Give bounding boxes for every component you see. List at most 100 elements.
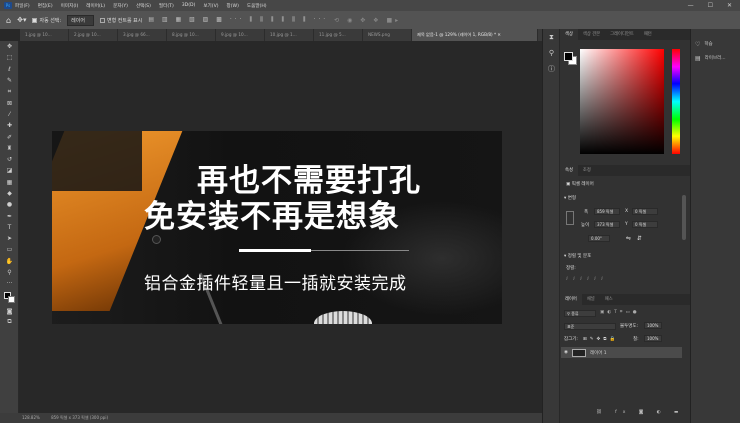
tab-8[interactable]: 8.jpg @ 10... <box>167 29 216 41</box>
move-tool-icon[interactable]: ✥ <box>0 41 19 52</box>
opacity-field[interactable]: 100% <box>644 322 662 329</box>
tab-layers[interactable]: 레이어 <box>560 294 582 305</box>
color-field[interactable] <box>580 49 664 154</box>
pen-tool-icon[interactable]: ✒ <box>0 210 19 221</box>
transform-section[interactable]: ▾ 변형 <box>564 195 576 201</box>
lock-icons[interactable]: ⊞✎✥⧉🔒 <box>583 336 618 342</box>
auto-select-checkbox[interactable] <box>32 17 38 23</box>
close-button[interactable]: ✕ <box>727 2 732 9</box>
3d-mode-icons[interactable]: ⟲ ◉ ✥ ❖ ■▸ <box>334 17 401 24</box>
eraser-tool-icon[interactable]: ◪ <box>0 165 19 176</box>
screen-mode-icon[interactable]: ⧉ <box>0 317 19 328</box>
color-swatches-icon[interactable] <box>0 290 19 306</box>
home-icon[interactable]: ⌂ <box>6 16 11 25</box>
path-select-tool-icon[interactable]: ➤ <box>0 233 19 244</box>
move-tool-preset-icon[interactable]: ✥▾ <box>17 16 26 24</box>
menu-select[interactable]: 선택(S) <box>136 3 151 9</box>
width-field[interactable]: 859 픽셀 <box>594 208 620 215</box>
tab-1[interactable]: 1.jpg @ 10... <box>20 29 69 41</box>
tab-channels[interactable]: 채널 <box>582 294 600 305</box>
tab-patterns[interactable]: 패턴 <box>639 29 657 40</box>
menu-window[interactable]: 창(W) <box>227 3 239 9</box>
frame-tool-icon[interactable]: ⊠ <box>0 97 19 108</box>
tab-properties[interactable]: 속성 <box>560 165 578 176</box>
angle-field[interactable]: 0.00° <box>588 235 610 242</box>
quick-select-tool-icon[interactable]: ✎ <box>0 75 19 86</box>
history-panel-icon[interactable]: ⧗ <box>543 29 560 45</box>
layer-row[interactable]: ◉ 레이어 1 <box>561 347 682 358</box>
tab-swatches[interactable]: 색상 견본 <box>578 29 605 40</box>
shape-tool-icon[interactable]: ▭ <box>0 244 19 255</box>
type-tool-icon[interactable]: T <box>0 222 19 233</box>
menu-3d[interactable]: 3D(D) <box>182 3 196 8</box>
tab-paths[interactable]: 패스 <box>600 294 618 305</box>
layer-name[interactable]: 레이어 1 <box>590 350 607 356</box>
maximize-button[interactable]: ☐ <box>708 2 713 9</box>
history-brush-tool-icon[interactable]: ↺ <box>0 154 19 165</box>
layer-filter-dropdown[interactable]: ⚲ 종류 <box>564 310 596 317</box>
tab-10[interactable]: 10.jpg @ 1... <box>265 29 314 41</box>
tab-adjustments[interactable]: 조정 <box>578 165 596 176</box>
gradient-tool-icon[interactable]: ▦ <box>0 177 19 188</box>
tab-2[interactable]: 2.jpg @ 10... <box>69 29 118 41</box>
navigator-panel-icon[interactable]: ⚲ <box>543 45 560 61</box>
tab-9[interactable]: 9.jpg @ 10... <box>216 29 265 41</box>
minimize-button[interactable]: — <box>688 2 694 9</box>
status-bar: 128.82% 859 픽셀 x 373 픽셀 (300 ppi) <box>0 413 542 423</box>
height-label: 높이 <box>581 223 590 228</box>
height-field[interactable]: 373 픽셀 <box>594 221 620 228</box>
libraries-button[interactable]: ▤ 라이브러... <box>691 51 740 65</box>
libraries-icon: ▤ <box>695 54 701 62</box>
menu-image[interactable]: 이미지(I) <box>61 3 79 9</box>
brush-tool-icon[interactable]: ✐ <box>0 131 19 142</box>
tab-gradients[interactable]: 그레이디언트 <box>605 29 639 40</box>
blur-tool-icon[interactable]: ◆ <box>0 188 19 199</box>
foreground-color-swatch[interactable] <box>564 52 573 61</box>
menu-view[interactable]: 보기(V) <box>203 3 218 9</box>
menu-layer[interactable]: 레이어(L) <box>86 3 105 9</box>
more-tools-icon[interactable]: ··· <box>0 278 19 289</box>
tab-news[interactable]: NEWS.png <box>363 29 412 41</box>
auto-select-dropdown[interactable]: 레이어 <box>67 14 94 26</box>
menu-help[interactable]: 도움말(H) <box>247 3 267 9</box>
dodge-tool-icon[interactable]: ● <box>0 199 19 210</box>
align-section[interactable]: ▾ 정렬 및 분포 <box>564 253 591 259</box>
tab-11[interactable]: 11.jpg @ 5... <box>314 29 363 41</box>
y-field[interactable]: 0 픽셀 <box>632 221 658 228</box>
transform-controls-label: 변형 컨트롤 표시 <box>106 17 143 24</box>
fill-field[interactable]: 100% <box>644 335 662 342</box>
menu-filter[interactable]: 필터(T) <box>159 3 174 9</box>
quick-mask-icon[interactable]: ◙ <box>0 306 19 317</box>
marquee-tool-icon[interactable]: ⬚ <box>0 52 19 63</box>
crop-tool-icon[interactable]: ⌗ <box>0 86 19 97</box>
tab-color[interactable]: 색상 <box>560 29 578 40</box>
tab-untitled-1[interactable]: 제목 없음-1 @ 129% (레이어 1, RGB/8) * ✕ <box>412 29 538 41</box>
hand-tool-icon[interactable]: ✋ <box>0 256 19 267</box>
blend-mode-dropdown[interactable]: 표준 <box>564 323 616 330</box>
zoom-level[interactable]: 128.82% <box>22 415 40 420</box>
visibility-eye-icon[interactable]: ◉ <box>564 350 568 355</box>
align-buttons-icon[interactable]: ⫽⫽⫽⫽⫽⫽ <box>566 276 608 282</box>
flip-icons[interactable]: ⇋ ⇵ <box>626 235 642 242</box>
link-dimensions-icon[interactable] <box>566 211 574 225</box>
menu-edit[interactable]: 편집(E) <box>38 3 53 9</box>
stamp-tool-icon[interactable]: ♜ <box>0 143 19 154</box>
transform-section-label: 변형 <box>567 196 576 201</box>
zoom-tool-icon[interactable]: ⚲ <box>0 267 19 278</box>
learn-button[interactable]: ♡ 학습 <box>691 37 740 51</box>
document-canvas[interactable]: 再也不需要打孔 免安装不再是想象 铝合金插件轻量且一插就安装完成 <box>52 131 502 324</box>
x-field[interactable]: 0 픽셀 <box>632 208 658 215</box>
menu-file[interactable]: 파일(F) <box>15 3 30 9</box>
info-panel-icon[interactable]: ⓘ <box>543 61 560 77</box>
tab-3[interactable]: 3.jpg @ 66... <box>118 29 167 41</box>
transform-controls-checkbox[interactable] <box>99 17 105 23</box>
healing-tool-icon[interactable]: ✚ <box>0 120 19 131</box>
hue-slider[interactable] <box>672 49 680 154</box>
lasso-tool-icon[interactable]: ℓ <box>0 64 19 75</box>
layer-filter-icons[interactable]: ▣◐T⌗▭● <box>600 309 640 315</box>
align-buttons-icon[interactable]: ▤ ▥ ▦ ▧ ▨ ▩ ··· ⫼ ⫼ ⫼ ⫼ ⫼ ⫼ ··· <box>148 16 328 24</box>
device-hole <box>152 235 161 244</box>
eyedropper-tool-icon[interactable]: ⁄ <box>0 109 19 120</box>
menu-type[interactable]: 문자(Y) <box>113 3 128 9</box>
properties-scrollbar[interactable] <box>682 195 686 240</box>
